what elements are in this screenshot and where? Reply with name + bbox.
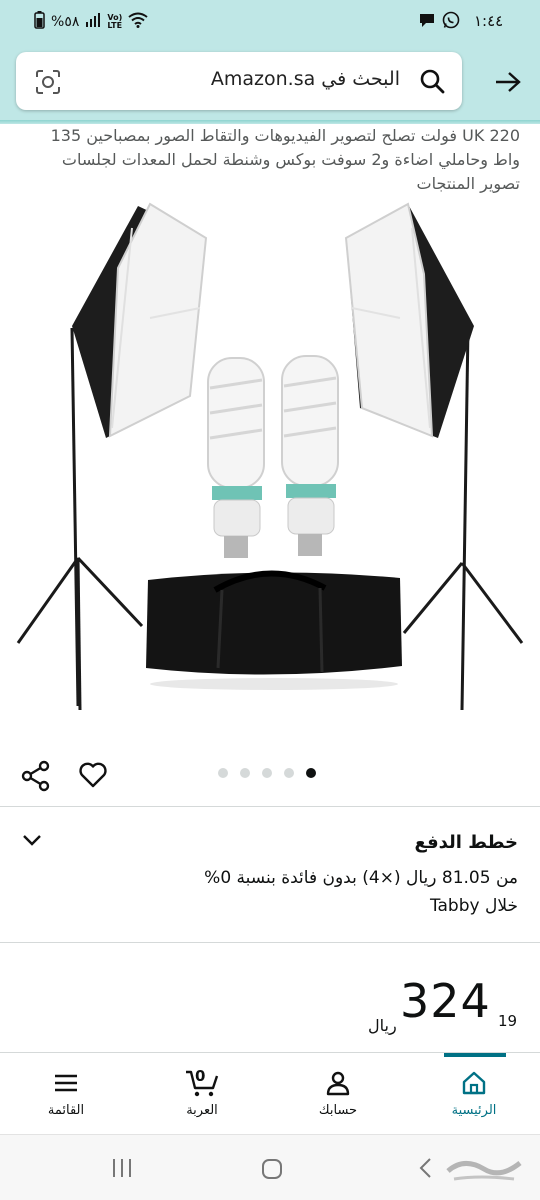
price-whole: 324 (400, 974, 491, 1028)
status-time: ١:٤٤ (474, 12, 504, 30)
nav-home-label: الرئيسية (451, 1103, 497, 1118)
status-left: %٥٨ Vo) LTE (34, 11, 148, 33)
system-home-icon[interactable] (260, 1157, 284, 1185)
user-icon (293, 1067, 383, 1099)
left-bulb (207, 357, 265, 558)
search-icon[interactable] (418, 67, 446, 99)
section-divider (0, 806, 540, 807)
left-softbox (72, 202, 208, 438)
battery-percent: %٥٨ (51, 14, 80, 30)
nav-menu-label: القائمة (47, 1103, 85, 1118)
chat-icon (418, 11, 436, 33)
nav-menu[interactable]: القائمة (21, 1067, 111, 1118)
nav-cart-label: العربة (186, 1103, 218, 1118)
carousel-dot[interactable] (240, 768, 250, 778)
battery-icon (34, 11, 45, 33)
whatsapp-icon (442, 11, 460, 33)
signal-icon (85, 12, 101, 32)
watermark-logo (444, 1149, 524, 1192)
carousel-dot-active[interactable] (306, 768, 316, 778)
price-fraction: 19 (498, 1012, 518, 1030)
product-title: UK 220 فولت تصلح لتصوير الفيديوهات والتق… (50, 126, 520, 193)
menu-icon (21, 1067, 111, 1099)
price-currency: ريال (368, 1016, 397, 1035)
nav-home[interactable]: الرئيسية (429, 1067, 519, 1118)
nav-account[interactable]: حسابك (293, 1067, 383, 1118)
section-divider (0, 942, 540, 943)
recent-apps-icon[interactable] (110, 1157, 134, 1183)
system-nav-bar (0, 1134, 540, 1200)
search-bar[interactable]: البحث في Amazon.sa (16, 52, 462, 110)
installment-provider: خلال Tabby (429, 896, 518, 916)
volte-icon: Vo) LTE (107, 13, 123, 30)
bottom-nav: الرئيسية حسابك 0 العربة القائمة (0, 1052, 540, 1134)
search-header: البحث في Amazon.sa (0, 44, 540, 120)
home-icon (429, 1067, 519, 1099)
wishlist-heart-icon[interactable] (78, 760, 108, 794)
wifi-icon (128, 12, 148, 32)
image-carousel-dots[interactable] (218, 768, 316, 778)
chevron-down-icon[interactable] (20, 830, 44, 854)
carousel-dot[interactable] (284, 768, 294, 778)
nav-account-label: حسابك (318, 1103, 358, 1118)
back-arrow-icon[interactable] (490, 64, 526, 100)
search-input[interactable]: البحث في Amazon.sa (211, 68, 400, 90)
right-softbox (344, 202, 474, 438)
nav-cart[interactable]: 0 العربة (157, 1067, 247, 1118)
carousel-dot[interactable] (218, 768, 228, 778)
system-back-icon[interactable] (418, 1157, 432, 1183)
product-image[interactable] (0, 198, 540, 738)
notification-icons (418, 11, 460, 33)
installment-offer: من 81.05 ريال (×4) بدون فائدة بنسبة 0% (204, 868, 518, 888)
camera-lens-icon[interactable] (34, 68, 62, 100)
status-bar: %٥٨ Vo) LTE ١:٤٤ (0, 0, 540, 44)
active-tab-indicator (444, 1053, 506, 1057)
cart-count: 0 (195, 1067, 206, 1085)
right-bulb (281, 355, 339, 556)
carry-bag (146, 570, 402, 690)
payment-plans-title[interactable]: خطط الدفع (415, 832, 518, 853)
share-icon[interactable] (20, 760, 52, 796)
carousel-dot[interactable] (262, 768, 272, 778)
cart-icon: 0 (157, 1067, 247, 1099)
price: ريال 324 19 (360, 970, 530, 1040)
